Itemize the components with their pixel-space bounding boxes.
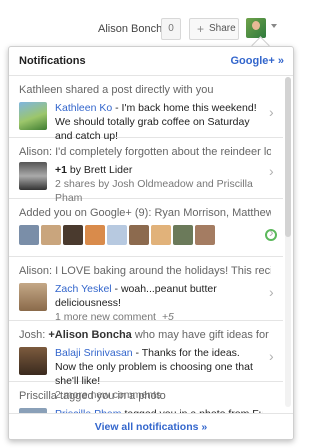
plus-icon: + [197,22,205,36]
panel-title: Notifications [19,55,86,67]
mention[interactable]: +Alison Boncha [48,329,131,341]
notification-headline: Added you on Google+ (9): Ryan Morrison,… [19,207,271,219]
avatar[interactable] [107,225,127,245]
author-link[interactable]: Zach Yeskel [55,283,112,295]
notification-headline: Priscilla tagged you in a photo [19,390,166,402]
headline-rest: who may have gift ideas for your... [134,329,271,341]
scrollbar-thumb[interactable] [285,77,291,237]
chevron-right-icon[interactable]: › [269,225,279,239]
headline-prefix: Josh: [19,329,49,341]
notification-item[interactable]: Alison: I'd completely forgotten about t… [9,138,283,204]
view-all-notifications-link[interactable]: View all notifications » [95,421,207,433]
avatar[interactable] [41,225,61,245]
avatar[interactable] [151,225,171,245]
user-name[interactable]: Alison Boncha [98,23,168,35]
notification-headline: Josh: +Alison Boncha who may have gift i… [19,329,271,341]
avatar [19,102,47,130]
profile-avatar[interactable] [246,18,266,38]
avatar[interactable] [173,225,193,245]
avatar[interactable] [85,225,105,245]
notification-count-button[interactable]: 0 [161,18,181,40]
avatar[interactable] [63,225,83,245]
panel-footer: View all notifications » [9,413,293,439]
notification-headline: Alison: I LOVE baking around the holiday… [19,265,271,277]
chevron-right-icon[interactable]: › [269,164,279,178]
notification-item[interactable]: Josh: +Alison Boncha who may have gift i… [9,321,283,401]
notification-item[interactable]: Added you on Google+ (9): Ryan Morrison,… [9,199,283,257]
notification-headline: Kathleen shared a post directly with you [19,84,214,96]
notification-detail: Zach Yeskel - woah...peanut butter delic… [55,282,263,324]
chevron-down-icon[interactable] [271,24,277,28]
post-thumbnail [19,162,47,190]
chevron-right-icon[interactable]: › [269,105,279,119]
share-label: Share [209,23,236,34]
avatar[interactable] [195,225,215,245]
avatar[interactable] [129,225,149,245]
notification-item[interactable]: Kathleen shared a post directly with you… [9,76,283,142]
plus-one-by: by Brett Lider [66,164,133,176]
google-plus-link[interactable]: Google+ » [231,55,285,67]
notification-item[interactable]: Priscilla tagged you in a photo Priscill… [9,382,283,436]
avatar[interactable] [19,225,39,245]
plus-one-label: +1 [55,164,67,176]
chevron-right-icon[interactable]: › [269,285,279,299]
avatar [19,347,47,375]
notification-detail: Kathleen Ko - I'm back home this weekend… [55,101,263,143]
scrollbar[interactable] [285,77,291,407]
author-link[interactable]: Balaji Srinivasan [55,347,133,359]
chevron-right-icon[interactable]: › [269,349,279,363]
notifications-panel: Notifications Google+ » Kathleen shared … [8,46,294,440]
avatar [19,283,47,311]
share-button[interactable]: + Share [189,18,239,40]
notification-item[interactable]: Alison: I LOVE baking around the holiday… [9,257,283,324]
notification-headline: Alison: I'd completely forgotten about t… [19,146,271,158]
author-link[interactable]: Kathleen Ko [55,102,112,114]
panel-header: Notifications Google+ » [9,47,293,76]
